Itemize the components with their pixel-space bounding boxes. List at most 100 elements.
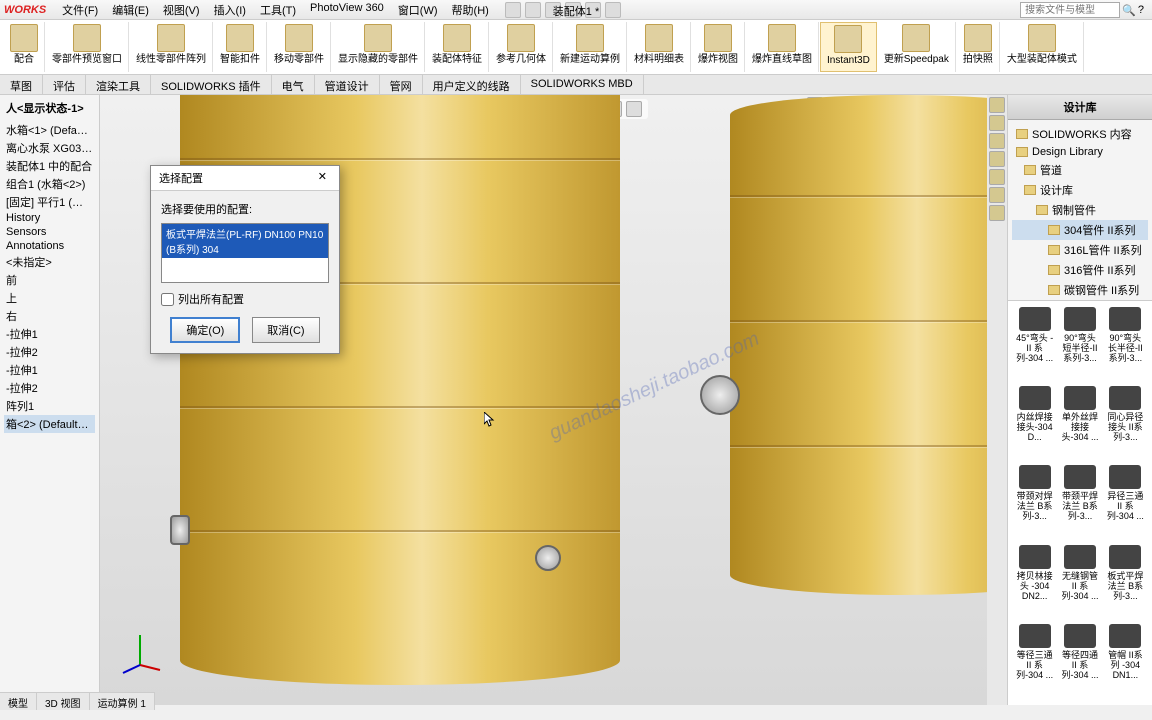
ribbon-show-hidden[interactable]: 显示隐藏的零部件	[332, 22, 425, 72]
part-item[interactable]: 无缝钢管 II 系列-304 ...	[1059, 545, 1100, 620]
lib-tree-item[interactable]: 管道	[1012, 160, 1148, 180]
lib-tree-item[interactable]: Design Library	[1012, 144, 1148, 160]
part-item[interactable]: 单外丝焊接接头-304 ...	[1059, 386, 1100, 461]
lib-tree-item[interactable]: 316管件 II系列	[1012, 260, 1148, 280]
part-item[interactable]: 带颈平焊法兰 B系列-3...	[1059, 465, 1100, 540]
part-item[interactable]: 带颈对焊法兰 B系列-3...	[1014, 465, 1055, 540]
part-item[interactable]: 90°弯头 长半径-II系列-3...	[1105, 307, 1146, 382]
part-item[interactable]: 拷贝林接头 -304 DN2...	[1014, 545, 1055, 620]
menu-edit[interactable]: 编辑(E)	[106, 0, 155, 20]
flange-2[interactable]	[170, 515, 190, 545]
part-item[interactable]: 板式平焊法兰 B系列-3...	[1105, 545, 1146, 620]
ribbon-assembly-feature[interactable]: 装配体特征	[426, 22, 489, 72]
qat-options-icon[interactable]	[605, 2, 621, 18]
design-lib-icon[interactable]	[989, 115, 1005, 131]
tab-render[interactable]: 渲染工具	[86, 75, 151, 94]
part-item[interactable]: 45°弯头 -II 系列-304 ...	[1014, 307, 1055, 382]
forum-icon[interactable]	[989, 205, 1005, 221]
menu-help[interactable]: 帮助(H)	[446, 0, 495, 20]
tree-item[interactable]: [固定] 平行1 (右视基准面)	[4, 193, 95, 211]
ribbon-explode[interactable]: 爆炸视图	[692, 22, 745, 72]
config-listbox[interactable]: 板式平焊法兰(PL-RF) DN100 PN10 (B系列) 304	[161, 223, 329, 283]
menu-view[interactable]: 视图(V)	[157, 0, 206, 20]
custom-props-icon[interactable]	[989, 187, 1005, 203]
part-item[interactable]: 等径三通 II 系列-304 ...	[1014, 624, 1055, 699]
ribbon-mate[interactable]: 配合	[4, 22, 45, 72]
btab-3dview[interactable]: 3D 视图	[37, 693, 90, 710]
tree-item[interactable]: 前	[4, 271, 95, 289]
btab-motion[interactable]: 运动算例 1	[90, 693, 155, 710]
view-palette-icon[interactable]	[989, 151, 1005, 167]
btab-model[interactable]: 模型	[0, 693, 37, 710]
tree-item[interactable]: 离心水泵 XG035B01Z (兴龙65	[4, 139, 95, 157]
tree-header[interactable]: 人<显示状态-1>	[4, 99, 95, 117]
search-icon[interactable]: 🔍	[1122, 4, 1136, 17]
ribbon-fastener[interactable]: 智能扣件	[214, 22, 267, 72]
tree-item[interactable]: -拉伸1	[4, 361, 95, 379]
lib-tree-item[interactable]: SOLIDWORKS 内容	[1012, 124, 1148, 144]
search-input[interactable]	[1020, 2, 1120, 18]
ribbon-move[interactable]: 移动零部件	[268, 22, 331, 72]
ribbon-explode-line[interactable]: 爆炸直线草图	[746, 22, 819, 72]
ribbon-bom[interactable]: 材料明细表	[628, 22, 691, 72]
ribbon-large-assembly[interactable]: 大型装配体模式	[1001, 22, 1084, 72]
tab-pipe-network[interactable]: 管网	[380, 75, 423, 94]
tab-user-routes[interactable]: 用户定义的线路	[423, 75, 521, 94]
menu-window[interactable]: 窗口(W)	[392, 0, 444, 20]
tree-item[interactable]: 组合1 (水箱<2>)	[4, 175, 95, 193]
ribbon-instant3d[interactable]: Instant3D	[820, 22, 877, 72]
tree-item[interactable]: Sensors	[4, 225, 95, 239]
qat-new-icon[interactable]	[505, 2, 521, 18]
tree-item-selected[interactable]: 箱<2> (Default<<Default>_	[4, 415, 95, 433]
part-item[interactable]: 内丝焊接接头-304 D...	[1014, 386, 1055, 461]
lib-tree-item[interactable]: 316L管件 II系列	[1012, 240, 1148, 260]
appearances-icon[interactable]	[989, 169, 1005, 185]
tree-item[interactable]: 右	[4, 307, 95, 325]
tree-item[interactable]: -拉伸2	[4, 343, 95, 361]
tab-addins[interactable]: SOLIDWORKS 插件	[151, 75, 272, 94]
menu-file[interactable]: 文件(F)	[56, 0, 104, 20]
part-item[interactable]: 等径四通 II 系列-304 ...	[1059, 624, 1100, 699]
tab-mbd[interactable]: SOLIDWORKS MBD	[521, 75, 644, 94]
tree-item[interactable]: 装配体1 中的配合	[4, 157, 95, 175]
part-item[interactable]: 90°弯头 短半径-II系列-3...	[1059, 307, 1100, 382]
ribbon-preview[interactable]: 零部件预览窗口	[46, 22, 129, 72]
tree-item[interactable]: History	[4, 211, 95, 225]
list-all-checkbox[interactable]	[161, 293, 174, 306]
cancel-button[interactable]: 取消(C)	[252, 317, 319, 343]
ribbon-snapshot[interactable]: 拍快照	[957, 22, 1000, 72]
tank-model-2[interactable]	[730, 95, 1007, 595]
menu-insert[interactable]: 插入(I)	[208, 0, 252, 20]
lib-tree-item-selected[interactable]: 304管件 II系列	[1012, 220, 1148, 240]
view-settings-icon[interactable]	[626, 101, 642, 117]
tree-item[interactable]: -拉伸2	[4, 379, 95, 397]
help-icon[interactable]: ?	[1138, 4, 1144, 16]
ribbon-pattern[interactable]: 线性零部件阵列	[130, 22, 213, 72]
tree-item[interactable]: -拉伸1	[4, 325, 95, 343]
file-explorer-icon[interactable]	[989, 133, 1005, 149]
qat-open-icon[interactable]	[525, 2, 541, 18]
part-item[interactable]: 异径三通 II 系列-304 ...	[1105, 465, 1146, 540]
tab-piping[interactable]: 管道设计	[315, 75, 380, 94]
tree-item[interactable]: 水箱<1> (Default<<Default	[4, 121, 95, 139]
part-item[interactable]: 管帽 II系列 -304 DN1...	[1105, 624, 1146, 699]
tree-item[interactable]: 阵列1	[4, 397, 95, 415]
home-icon[interactable]	[989, 97, 1005, 113]
flange-1[interactable]	[535, 545, 561, 571]
part-item[interactable]: 同心异径接头 II系列-3...	[1105, 386, 1146, 461]
tree-item[interactable]: 上	[4, 289, 95, 307]
ok-button[interactable]: 确定(O)	[170, 317, 240, 343]
menu-photoview[interactable]: PhotoView 360	[304, 0, 390, 20]
dialog-titlebar[interactable]: 选择配置 ✕	[151, 166, 339, 191]
config-item-selected[interactable]: 板式平焊法兰(PL-RF) DN100 PN10 (B系列) 304	[162, 224, 328, 258]
tree-item[interactable]: Annotations	[4, 239, 95, 253]
lib-tree-item[interactable]: 钢制管件	[1012, 200, 1148, 220]
flange-3[interactable]	[700, 375, 740, 415]
ribbon-speedpak[interactable]: 更新Speedpak	[878, 22, 956, 72]
triad-icon[interactable]	[115, 625, 165, 675]
tab-electrical[interactable]: 电气	[272, 75, 315, 94]
ribbon-motion[interactable]: 新建运动算例	[554, 22, 627, 72]
tab-sketch[interactable]: 草图	[0, 75, 43, 94]
close-icon[interactable]: ✕	[314, 170, 331, 186]
lib-tree-item[interactable]: 设计库	[1012, 180, 1148, 200]
